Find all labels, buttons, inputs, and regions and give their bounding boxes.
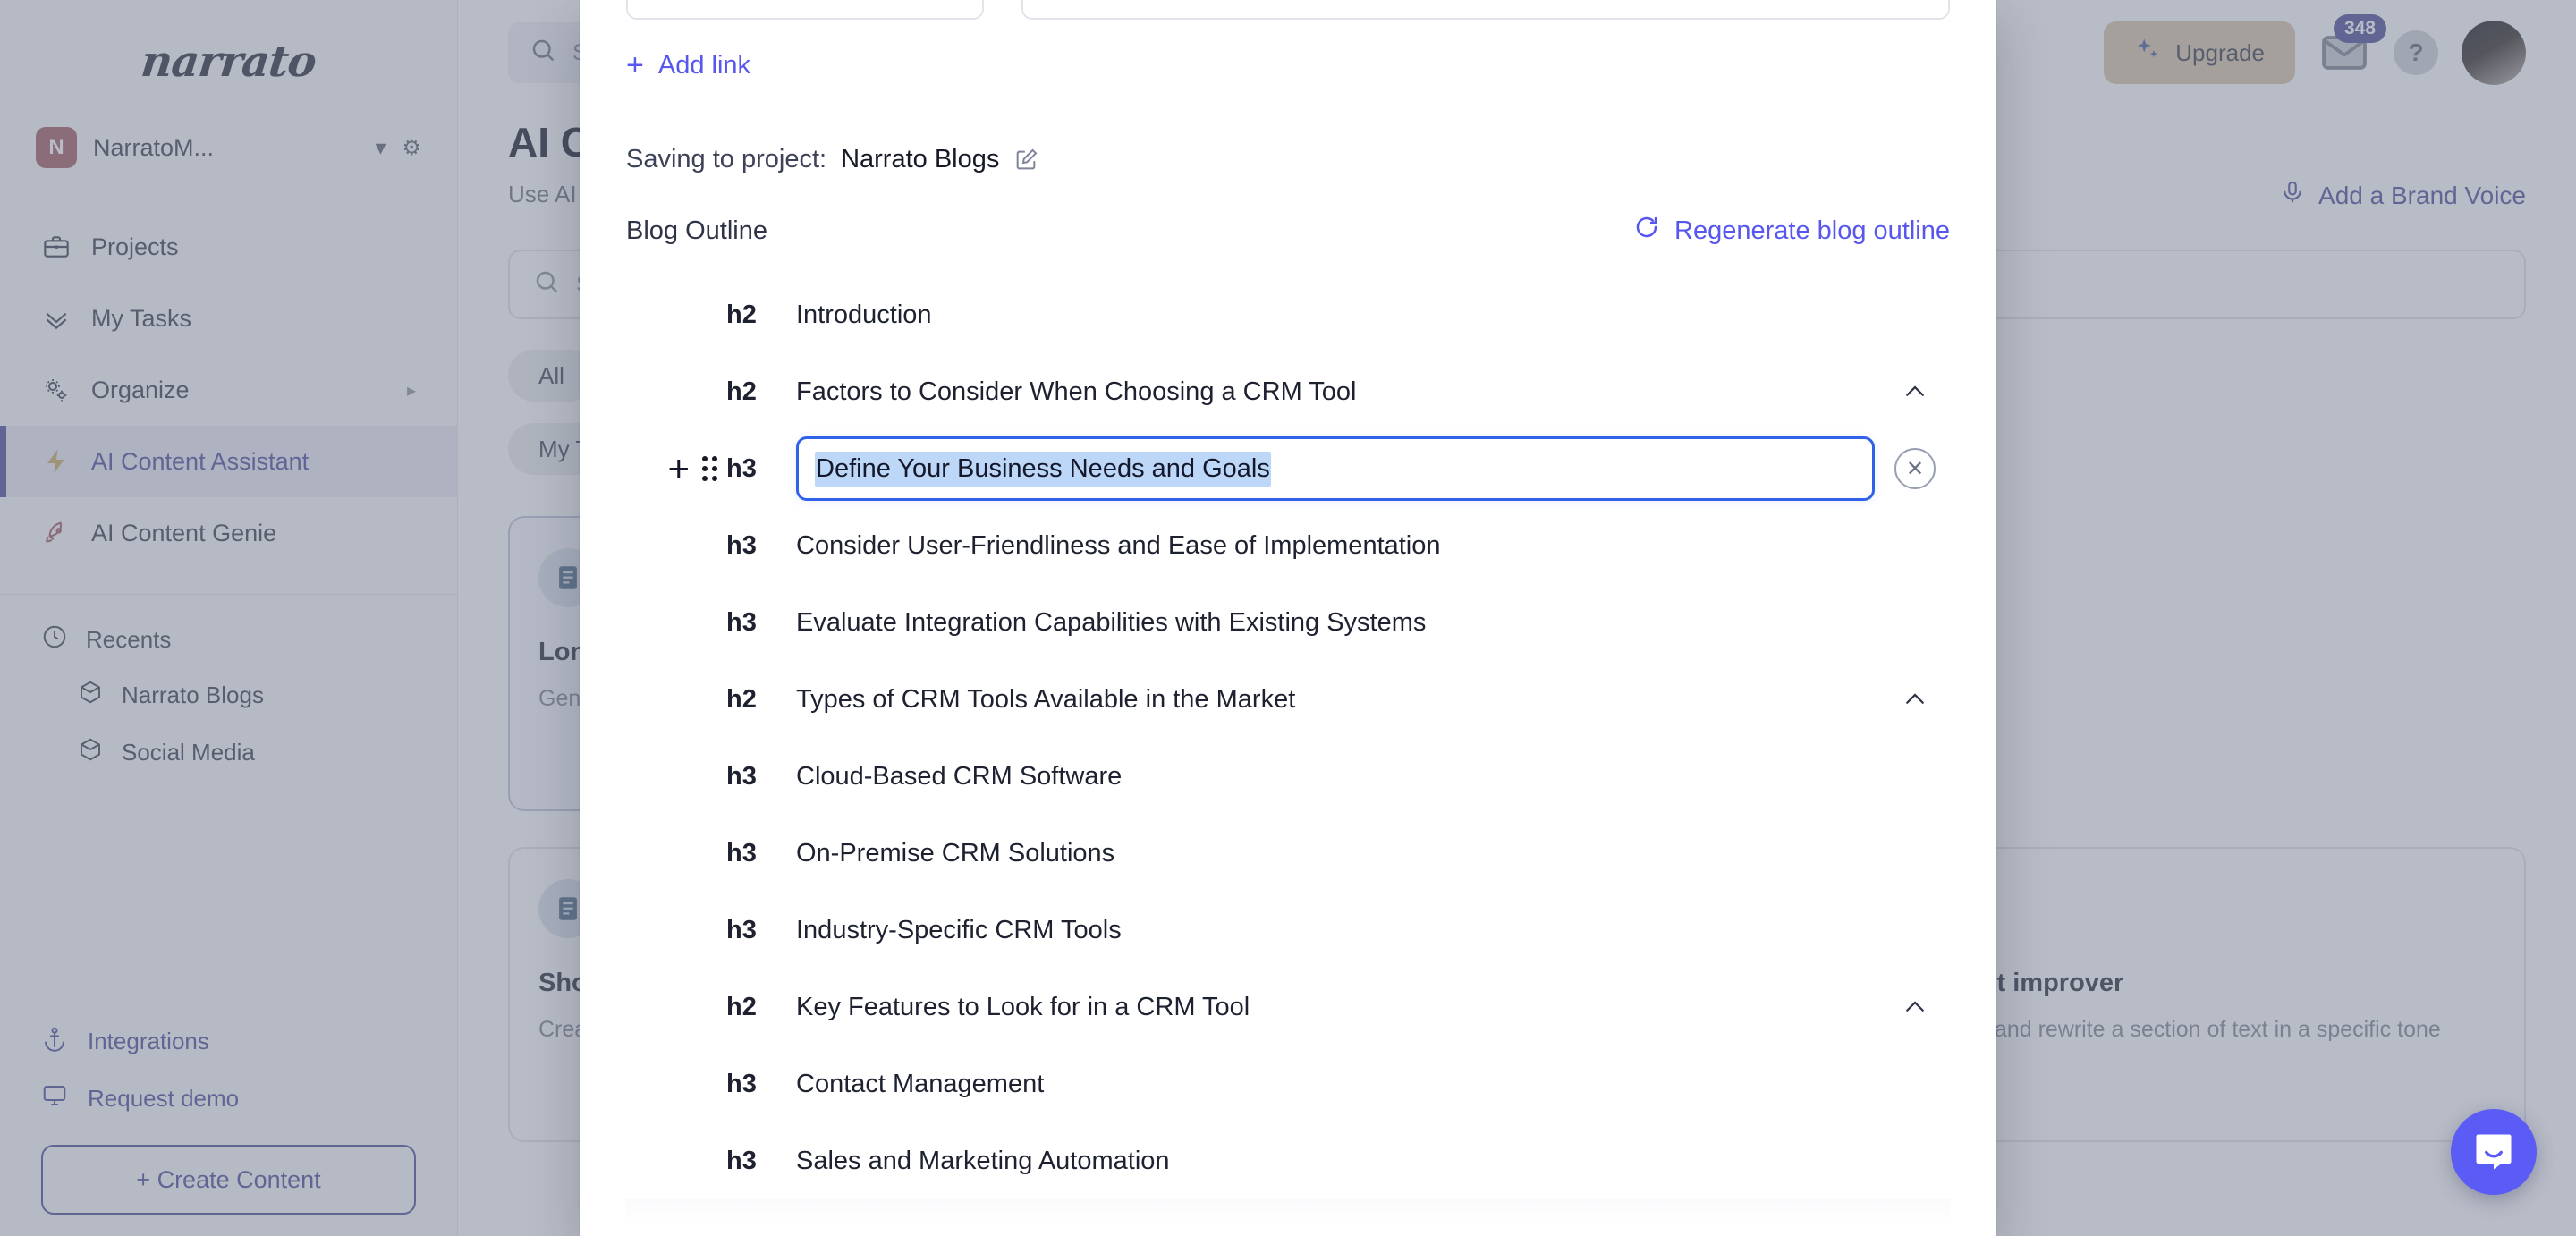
link-title-input[interactable] <box>626 0 984 20</box>
row-gutter: + <box>626 450 726 487</box>
outline-list: h2 Introduction h2 Factors to Consider W… <box>626 276 1950 1236</box>
outline-row-text: Evaluate Integration Capabilities with E… <box>796 607 1427 637</box>
outline-row-tag: h2 <box>726 684 757 714</box>
saving-to-project-label: Saving to project: <box>626 145 827 174</box>
refresh-icon <box>1633 214 1660 248</box>
outline-row[interactable]: h2 Types of CRM Tools Available in the M… <box>626 661 1950 738</box>
outline-row[interactable]: h2 Key Features to Look for in a CRM Too… <box>626 969 1950 1046</box>
outline-row-text: Contact Management <box>796 1069 1045 1098</box>
outline-row-text: Introduction <box>796 300 932 329</box>
outline-row-text: Industry-Specific CRM Tools <box>796 915 1122 944</box>
modal-body: + Add link Saving to project: Narrato Bl… <box>580 0 1996 1236</box>
outline-row-tag: h2 <box>726 300 757 329</box>
outline-row-text: Reporting and Analytics <box>796 1223 1894 1236</box>
outline-row[interactable]: h3 Contact Management <box>626 1046 1950 1122</box>
outline-row-input[interactable]: Define Your Business Needs and Goals <box>796 436 1875 501</box>
outline-row-text: On-Premise CRM Solutions <box>796 838 1115 868</box>
chevron-up-icon[interactable] <box>1894 378 1936 405</box>
saving-to-project-row: Saving to project: Narrato Blogs <box>626 145 1950 174</box>
outline-row-tag: h3 <box>726 838 757 868</box>
outline-row[interactable]: h3 Consider User-Friendliness and Ease o… <box>626 507 1950 584</box>
outline-row-text: Types of CRM Tools Available in the Mark… <box>796 684 1296 714</box>
outline-row[interactable]: h3 On-Premise CRM Solutions <box>626 815 1950 892</box>
outline-row-text: Consider User-Friendliness and Ease of I… <box>796 530 1441 560</box>
pencil-square-icon[interactable] <box>1013 148 1038 173</box>
outline-title: Blog Outline <box>626 216 767 245</box>
regenerate-outline-button[interactable]: Regenerate blog outline <box>1633 214 1950 248</box>
close-circle-icon[interactable]: ✕ <box>1894 448 1936 489</box>
outline-row-tag: h3 <box>726 607 757 637</box>
plus-icon: + <box>626 48 644 82</box>
outline-row-tag: h3 <box>726 1146 757 1175</box>
outline-row-tag: h2 <box>726 992 757 1021</box>
add-row-icon[interactable]: + <box>667 450 690 487</box>
outline-row-tag: h3 <box>726 1069 757 1098</box>
outline-row-tag: h3 <box>726 530 757 560</box>
outline-header: Blog Outline Regenerate blog outline <box>626 214 1950 248</box>
top-input-fields-row <box>626 0 1950 20</box>
add-link-label: Add link <box>657 50 751 80</box>
outline-row[interactable]: h3 Cloud-Based CRM Software <box>626 738 1950 815</box>
add-link-button[interactable]: + Add link <box>626 50 1950 80</box>
link-url-input[interactable] <box>1021 0 1950 20</box>
outline-row-tag: h3 <box>726 453 757 483</box>
outline-row-tag: h2 <box>726 377 757 406</box>
outline-row-input-value: Define Your Business Needs and Goals <box>815 451 1271 487</box>
outline-row-tag: h3 <box>726 915 757 944</box>
drag-handle-icon[interactable] <box>702 456 717 481</box>
outline-row-text: Key Features to Look for in a CRM Tool <box>796 992 1250 1021</box>
chevron-up-icon[interactable] <box>1894 686 1936 713</box>
chat-bubble-icon <box>2476 1134 2512 1170</box>
outline-row-text: Sales and Marketing Automation <box>796 1146 1170 1175</box>
outline-row-tag: h3 <box>726 761 757 791</box>
chevron-up-icon[interactable] <box>1894 994 1936 1020</box>
outline-row[interactable]: h3 Industry-Specific CRM Tools <box>626 892 1950 969</box>
outline-row[interactable]: h2 Factors to Consider When Choosing a C… <box>626 353 1950 430</box>
regenerate-outline-label: Regenerate blog outline <box>1674 216 1950 245</box>
blog-outline-modal: + Add link Saving to project: Narrato Bl… <box>580 0 1996 1236</box>
outline-row[interactable]: h2 Introduction <box>626 276 1950 353</box>
outline-row-text: Factors to Consider When Choosing a CRM … <box>796 377 1357 406</box>
outline-row-tag: h3 <box>726 1223 796 1236</box>
outline-row[interactable]: h3 Reporting and Analytics <box>626 1199 1950 1236</box>
screen: narrato N NarratoM... ▾ ⚙ Projects My Ta… <box>0 0 2576 1236</box>
chat-launcher-button[interactable] <box>2451 1109 2537 1195</box>
outline-row[interactable]: h3 Sales and Marketing Automation <box>626 1122 1950 1199</box>
saving-to-project-value: Narrato Blogs <box>841 145 1000 174</box>
outline-row-text: Cloud-Based CRM Software <box>796 761 1123 791</box>
outline-row-editing[interactable]: + h3 Define Your Business Needs and Goal… <box>626 430 1950 507</box>
outline-row[interactable]: h3 Evaluate Integration Capabilities wit… <box>626 584 1950 661</box>
